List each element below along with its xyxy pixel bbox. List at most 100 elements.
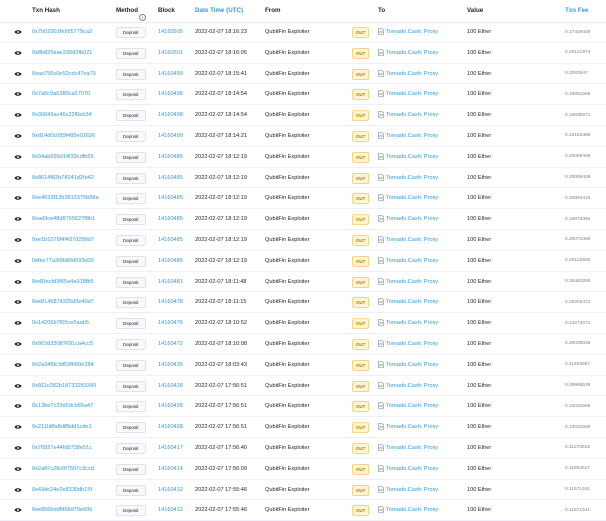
txn-hash-link[interactable]: 0xe1b1076f4f437d298d7 [32, 237, 104, 243]
block-link[interactable]: 14160417 [158, 445, 183, 451]
eye-icon[interactable] [14, 90, 22, 98]
eye-icon[interactable] [14, 49, 22, 57]
block-link[interactable]: 14160485 [158, 175, 183, 181]
eye-icon[interactable] [14, 361, 22, 369]
to-address-link[interactable]: Tornado.Cash: Proxy [386, 154, 438, 160]
block-link[interactable]: 14160428 [158, 383, 183, 389]
header-date-time[interactable]: Date Time (UTC) [195, 7, 243, 14]
to-address-link[interactable]: Tornado.Cash: Proxy [386, 320, 438, 326]
block-link[interactable]: 14160476 [158, 320, 183, 326]
txn-hash-link[interactable]: 0x7b02001fe995779ca3 [32, 29, 104, 35]
block-link[interactable]: 14160485 [158, 237, 183, 243]
to-address-link[interactable]: Tornado.Cash: Proxy [386, 279, 438, 285]
txn-hash-link[interactable]: 0x2a87c28c0f7597c3ccd [32, 466, 104, 472]
txn-hash-link[interactable]: 0x911c282b18733283343 [32, 383, 104, 389]
to-address-link[interactable]: Tornado.Cash: Proxy [386, 487, 438, 493]
from-address[interactable]: QubitFin Exploiter [265, 175, 309, 181]
info-icon[interactable]: i [139, 14, 146, 21]
header-txn-fee[interactable]: Txn Fee [565, 7, 588, 14]
eye-icon[interactable] [14, 402, 22, 410]
block-link[interactable]: 14160428 [158, 424, 183, 430]
from-address[interactable]: QubitFin Exploiter [265, 258, 309, 264]
to-address-link[interactable]: Tornado.Cash: Proxy [386, 112, 438, 118]
to-address-link[interactable]: Tornado.Cash: Proxy [386, 383, 438, 389]
eye-icon[interactable] [14, 382, 22, 390]
txn-hash-link[interactable]: 0xe8146874225d3e40d7 [32, 299, 104, 305]
txn-hash-link[interactable]: 0x36043ac46c22f0eb34 [32, 112, 104, 118]
eye-icon[interactable] [14, 319, 22, 327]
block-link[interactable]: 14160485 [158, 258, 183, 264]
to-address-link[interactable]: Tornado.Cash: Proxy [386, 71, 438, 77]
eye-icon[interactable] [14, 236, 22, 244]
from-address[interactable]: QubitFin Exploiter [265, 195, 309, 201]
eye-icon[interactable] [14, 215, 22, 223]
to-address-link[interactable]: Tornado.Cash: Proxy [386, 362, 438, 368]
eye-icon[interactable] [14, 465, 22, 473]
txn-hash-link[interactable]: 0xe856bddf468d79e60b [32, 507, 104, 513]
to-address-link[interactable]: Tornado.Cash: Proxy [386, 237, 438, 243]
txn-hash-link[interactable]: 0x211b8fa8d85dd1cde1 [32, 424, 104, 430]
from-address[interactable]: QubitFin Exploiter [265, 279, 309, 285]
block-link[interactable]: 14160485 [158, 216, 183, 222]
block-link[interactable]: 14160498 [158, 91, 183, 97]
from-address[interactable]: QubitFin Exploiter [265, 507, 309, 513]
from-address[interactable]: QubitFin Exploiter [265, 424, 309, 430]
eye-icon[interactable] [14, 444, 22, 452]
txn-hash-link[interactable]: 0x8b825eae330d3fb021 [32, 50, 104, 56]
block-link[interactable]: 14160501 [158, 50, 183, 56]
from-address[interactable]: QubitFin Exploiter [265, 466, 309, 472]
eye-icon[interactable] [14, 278, 22, 286]
from-address[interactable]: QubitFin Exploiter [265, 487, 309, 493]
to-address-link[interactable]: Tornado.Cash: Proxy [386, 466, 438, 472]
txn-hash-link[interactable]: 0x7a0c9a6380ca57070 [32, 91, 104, 97]
block-link[interactable]: 14160428 [158, 403, 183, 409]
to-address-link[interactable]: Tornado.Cash: Proxy [386, 29, 438, 35]
block-link[interactable]: 14160481 [158, 279, 183, 285]
block-link[interactable]: 14160505 [158, 29, 183, 35]
eye-icon[interactable] [14, 486, 22, 494]
eye-icon[interactable] [14, 111, 22, 119]
block-link[interactable]: 14160435 [158, 362, 183, 368]
block-link[interactable]: 14160485 [158, 154, 183, 160]
txn-hash-link[interactable]: 0x14206b7f05ce5aab5 [32, 320, 104, 326]
from-address[interactable]: QubitFin Exploiter [265, 403, 309, 409]
eye-icon[interactable] [14, 423, 22, 431]
block-link[interactable]: 14160412 [158, 487, 183, 493]
eye-icon[interactable] [14, 153, 22, 161]
txn-hash-link[interactable]: 0xad3ce48d8765627f8b1 [32, 216, 104, 222]
to-address-link[interactable]: Tornado.Cash: Proxy [386, 341, 438, 347]
eye-icon[interactable] [14, 174, 22, 182]
txn-hash-link[interactable]: 0xaa756c0e52cdc47ca79 [32, 71, 104, 77]
to-address-link[interactable]: Tornado.Cash: Proxy [386, 50, 438, 56]
block-link[interactable]: 14160472 [158, 341, 183, 347]
txn-hash-link[interactable]: 0xe4633f13b3813375b98a [32, 195, 104, 201]
txn-hash-link[interactable]: 0x2a34f0c3d53f689e284 [32, 362, 104, 368]
from-address[interactable]: QubitFin Exploiter [265, 154, 309, 160]
eye-icon[interactable] [14, 132, 22, 140]
txn-hash-link[interactable]: 0x8614f82b78241d2fe42 [32, 175, 104, 181]
txn-hash-link[interactable]: 0x43dc24e2e8330db15f [32, 487, 104, 493]
block-link[interactable]: 14160478 [158, 299, 183, 305]
from-address[interactable]: QubitFin Exploiter [265, 50, 309, 56]
to-address-link[interactable]: Tornado.Cash: Proxy [386, 507, 438, 513]
from-address[interactable]: QubitFin Exploiter [265, 237, 309, 243]
from-address[interactable]: QubitFin Exploiter [265, 216, 309, 222]
eye-icon[interactable] [14, 506, 22, 514]
txn-hash-link[interactable]: 0xfbe77a2f9b80d593d39 [32, 258, 104, 264]
block-link[interactable]: 14160490 [158, 133, 183, 139]
from-address[interactable]: QubitFin Exploiter [265, 112, 309, 118]
block-link[interactable]: 14160499 [158, 71, 183, 77]
from-address[interactable]: QubitFin Exploiter [265, 91, 309, 97]
from-address[interactable]: QubitFin Exploiter [265, 29, 309, 35]
txn-hash-link[interactable]: 0x13be7c33d2dcb65a47 [32, 403, 104, 409]
block-link[interactable]: 14160414 [158, 466, 183, 472]
to-address-link[interactable]: Tornado.Cash: Proxy [386, 216, 438, 222]
to-address-link[interactable]: Tornado.Cash: Proxy [386, 91, 438, 97]
eye-icon[interactable] [14, 257, 22, 265]
eye-icon[interactable] [14, 70, 22, 78]
to-address-link[interactable]: Tornado.Cash: Proxy [386, 424, 438, 430]
from-address[interactable]: QubitFin Exploiter [265, 320, 309, 326]
from-address[interactable]: QubitFin Exploiter [265, 71, 309, 77]
eye-icon[interactable] [14, 194, 22, 202]
from-address[interactable]: QubitFin Exploiter [265, 341, 309, 347]
